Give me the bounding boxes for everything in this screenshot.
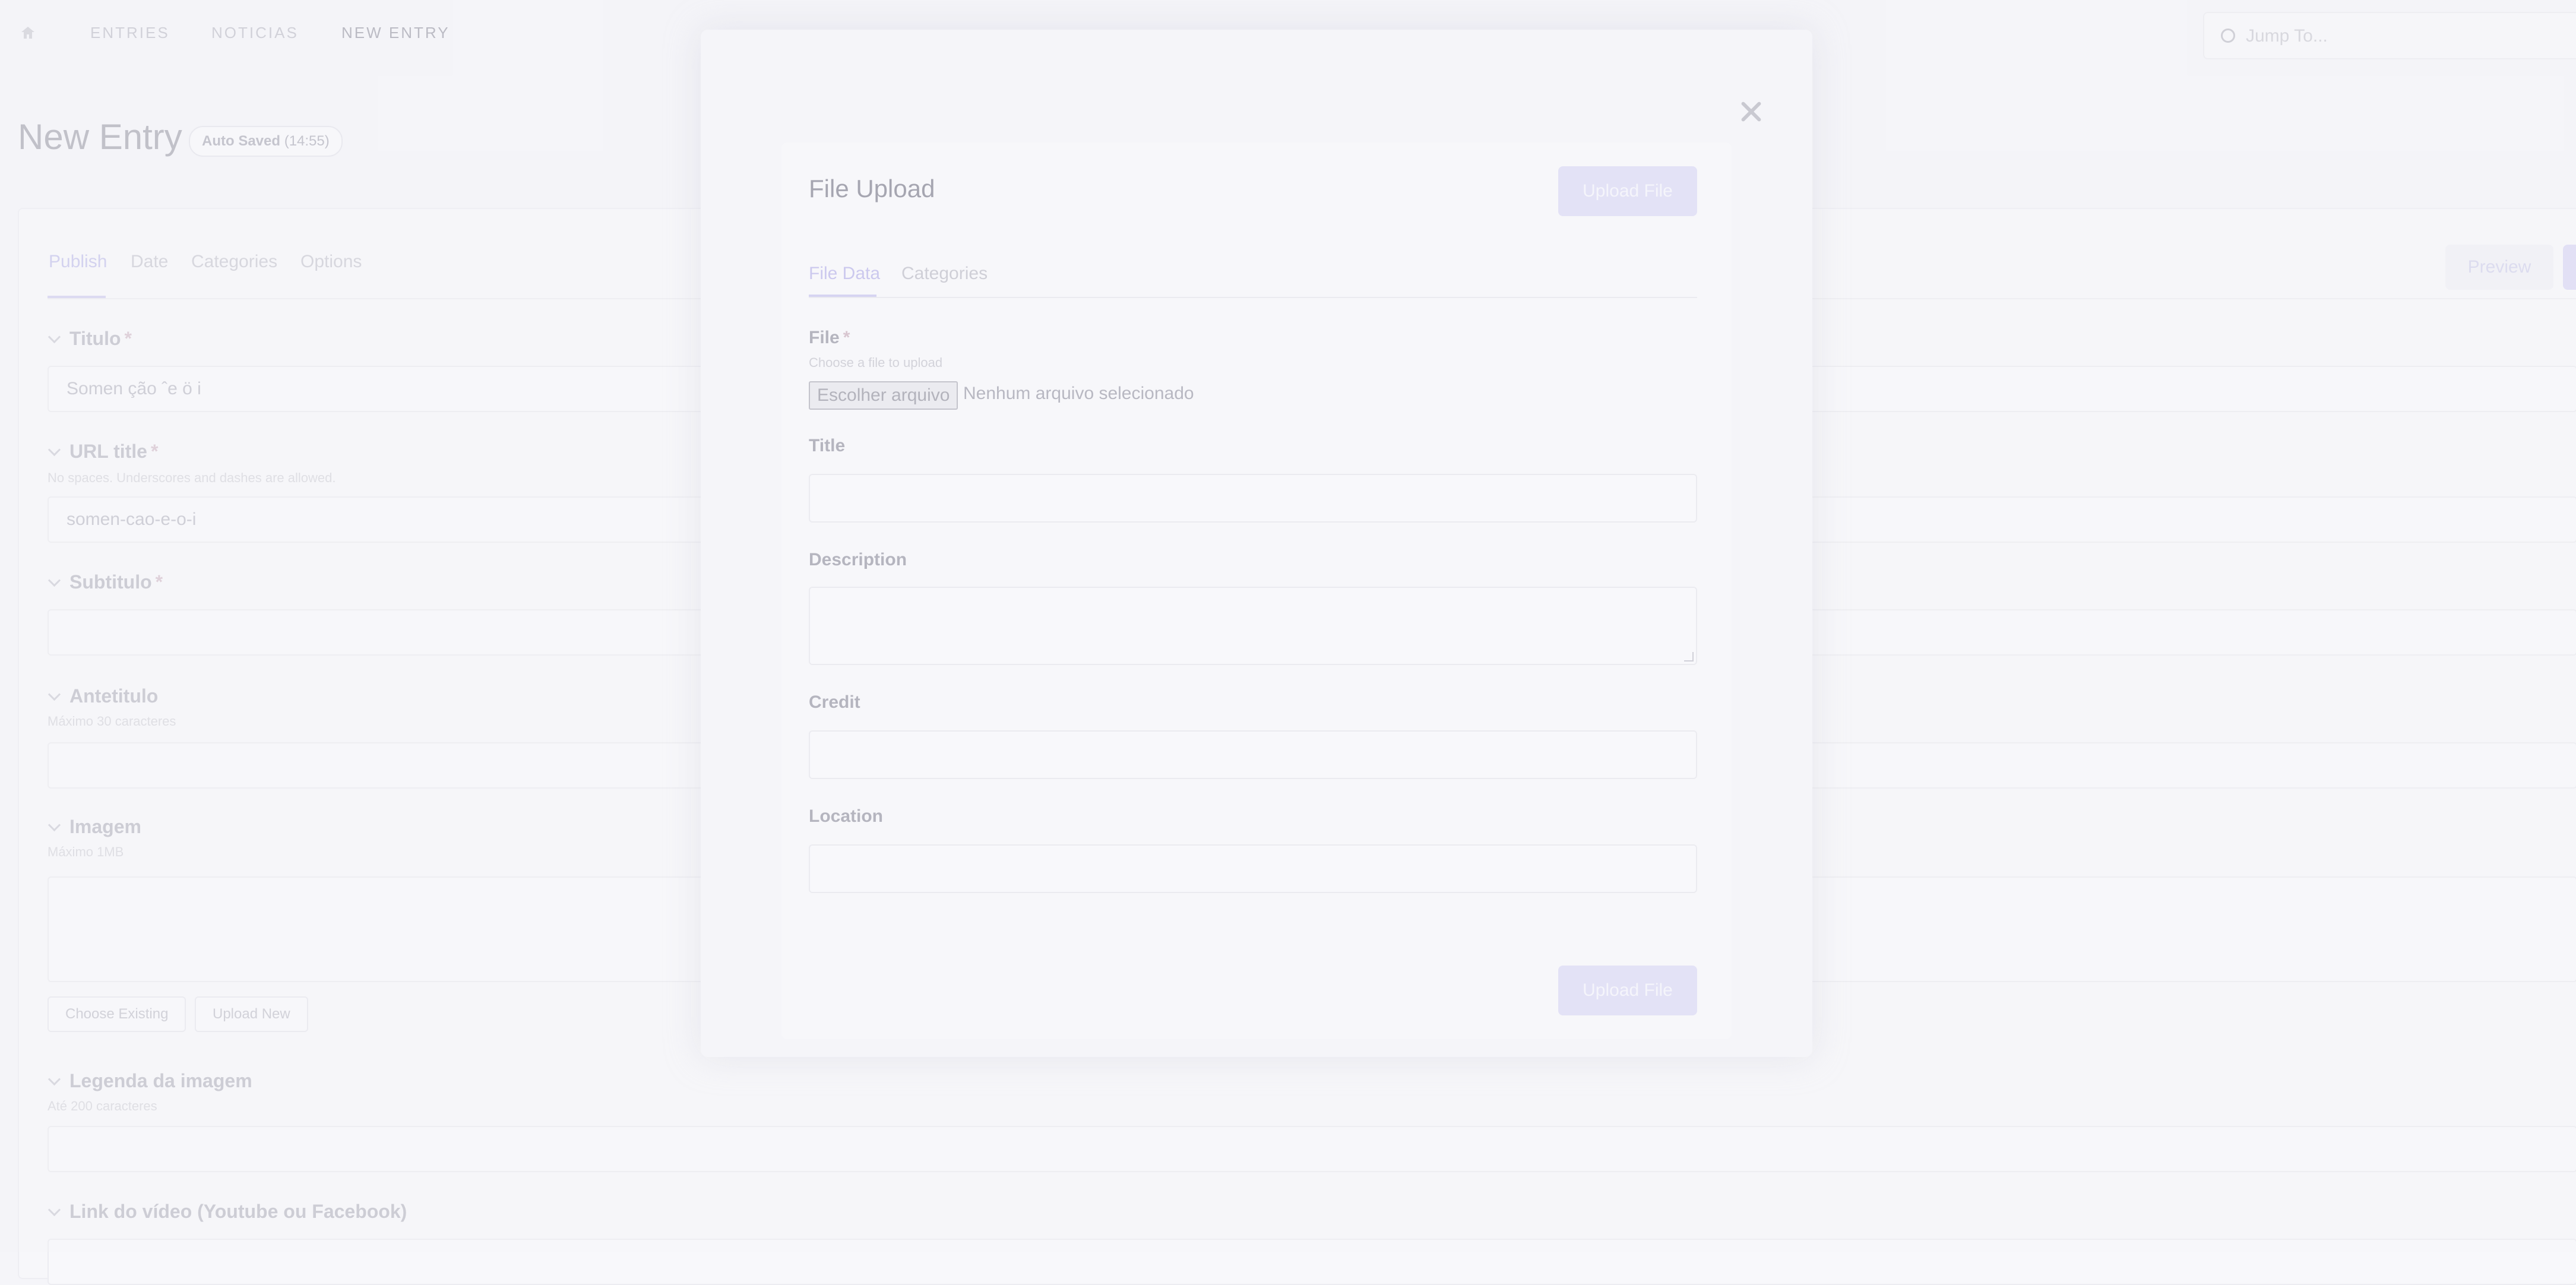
location-label: Location	[809, 806, 883, 826]
upload-file-button-bottom[interactable]: Upload File	[1558, 966, 1697, 1015]
credit-label: Credit	[809, 692, 860, 712]
file-label: File *	[809, 328, 850, 348]
resize-handle-icon[interactable]	[1684, 652, 1694, 662]
tab-modal-categories[interactable]: Categories	[901, 264, 988, 284]
credit-input[interactable]	[809, 730, 1697, 779]
description-label: Description	[809, 550, 907, 569]
choose-file-button[interactable]: Escolher arquivo	[809, 381, 958, 410]
location-input[interactable]	[809, 844, 1697, 893]
required-marker: *	[843, 328, 850, 347]
file-label-text: File	[809, 328, 840, 347]
description-textarea[interactable]	[809, 587, 1697, 665]
close-icon[interactable]	[1739, 100, 1762, 124]
title-input[interactable]	[809, 474, 1697, 523]
tabs-divider	[809, 297, 1697, 298]
file-hint: Choose a file to upload	[809, 355, 943, 370]
upload-file-button-top[interactable]: Upload File	[1558, 166, 1697, 216]
modal-title: File Upload	[809, 175, 935, 202]
no-file-selected-text: Nenhum arquivo selecionado	[963, 384, 1194, 403]
tab-file-data[interactable]: File Data	[809, 264, 880, 284]
title-label: Title	[809, 436, 846, 455]
